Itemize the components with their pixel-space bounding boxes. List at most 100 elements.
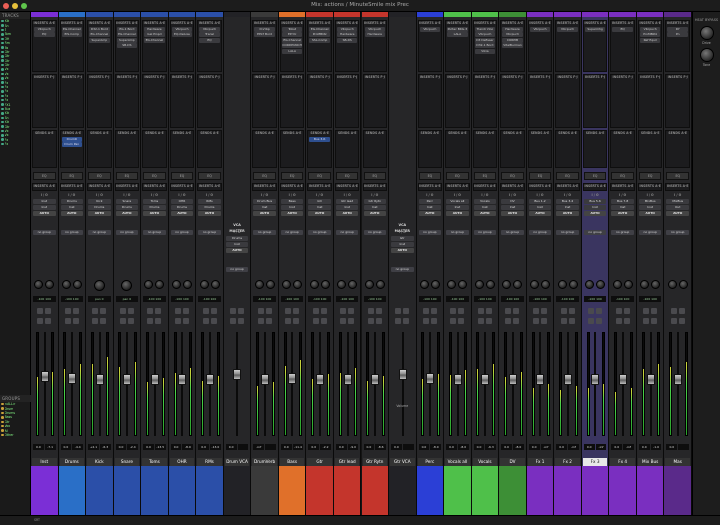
pan-right-knob[interactable]: [348, 280, 358, 289]
solo-button[interactable]: [588, 318, 595, 324]
track-visibility-icon[interactable]: [1, 33, 4, 36]
automation-mode-button[interactable]: AUTO: [33, 211, 56, 216]
io-selector[interactable]: Inst: [308, 205, 331, 210]
record-button[interactable]: [257, 308, 264, 314]
track-name[interactable]: Vocals all: [445, 458, 470, 466]
pan-right-knob[interactable]: [430, 280, 440, 289]
automation-mode-button[interactable]: AUTO: [446, 211, 469, 216]
io-selector[interactable]: Drum Bus: [253, 199, 276, 204]
record-button[interactable]: [147, 308, 154, 314]
solo-button[interactable]: [643, 318, 650, 324]
insert-slot[interactable]: Ref Equil: [639, 37, 661, 43]
insert-slot[interactable]: VKcpuch: [557, 26, 578, 32]
record-button[interactable]: [340, 308, 347, 314]
solo-button[interactable]: [257, 318, 264, 324]
pan-left-knob[interactable]: [502, 280, 512, 289]
eq-section[interactable]: EQ: [253, 172, 276, 180]
automation-mode-button[interactable]: AUTO: [198, 211, 221, 216]
insert-slot[interactable]: D32-1 Bord: [89, 26, 110, 32]
insert-slot[interactable]: EG-Channel: [144, 37, 165, 43]
insert-slot[interactable]: LALA: [281, 48, 303, 54]
track-name[interactable]: Drums: [59, 458, 85, 466]
mute-button[interactable]: [458, 318, 465, 324]
solo-button[interactable]: [422, 318, 429, 324]
volume-fader[interactable]: [150, 373, 159, 385]
eq-section[interactable]: EQ: [170, 172, 194, 180]
insert-slot[interactable]: LALA: [447, 32, 468, 37]
io-selector[interactable]: Drums: [225, 236, 249, 241]
group-selector[interactable]: no group: [280, 230, 304, 235]
io-selector[interactable]: MixBus: [638, 199, 662, 204]
eq-section[interactable]: EQ: [33, 172, 56, 180]
insert-slot[interactable]: Supermhg: [584, 26, 606, 32]
insert-slot[interactable]: Pn: [667, 32, 688, 37]
track-name[interactable]: Toms: [142, 458, 167, 466]
automation-mode-button[interactable]: AUTO: [391, 248, 414, 253]
mute-button[interactable]: [293, 318, 300, 324]
track-name[interactable]: Fx 2: [555, 458, 580, 466]
automation-mode-button[interactable]: AUTO: [583, 211, 607, 216]
solo-button[interactable]: [92, 318, 99, 324]
io-selector[interactable]: MixBus: [666, 199, 689, 204]
insert-slot[interactable]: EG-Channel: [309, 26, 330, 32]
group-selector[interactable]: no group: [363, 230, 387, 235]
eq-section[interactable]: EQ: [363, 172, 387, 180]
automation-mode-button[interactable]: AUTO: [253, 211, 276, 216]
group-selector[interactable]: no group: [556, 230, 579, 235]
mute-button[interactable]: [127, 318, 134, 324]
insert-slot[interactable]: SSL-Comp: [309, 37, 330, 43]
input-monitor-button[interactable]: [485, 308, 492, 314]
input-monitor-button[interactable]: [155, 308, 162, 314]
group-selector[interactable]: no group: [666, 230, 689, 235]
track-visibility-icon[interactable]: [1, 90, 4, 93]
automation-mode-button[interactable]: AUTO: [170, 211, 194, 216]
input-monitor-button[interactable]: [541, 308, 548, 314]
insert-slot[interactable]: CORDPUNCH: [281, 43, 303, 48]
io-selector[interactable]: Inst: [501, 205, 524, 210]
input-monitor-button[interactable]: [596, 308, 603, 314]
volume-fader[interactable]: [260, 373, 269, 385]
record-button[interactable]: [477, 308, 484, 314]
group-selector[interactable]: no group: [60, 230, 84, 235]
automation-mode-button[interactable]: AUTO: [556, 211, 579, 216]
io-selector[interactable]: Inst: [253, 205, 276, 210]
volume-fader[interactable]: [563, 373, 572, 385]
insert-slot[interactable]: SB-DS: [336, 37, 358, 43]
io-selector[interactable]: DV: [501, 199, 524, 204]
solo-button[interactable]: [367, 318, 374, 324]
insert-slot[interactable]: EQ: [34, 32, 55, 37]
volume-fader[interactable]: [426, 372, 435, 384]
insert-slot[interactable]: VKcpuch: [336, 26, 358, 32]
volume-fader[interactable]: [316, 373, 324, 385]
send-slot[interactable]: DrumR: [61, 136, 83, 142]
group-selector[interactable]: no group: [308, 230, 331, 235]
volume-fader[interactable]: [481, 373, 490, 385]
insert-slot[interactable]: VKcpuch: [502, 32, 523, 37]
track-visibility-icon[interactable]: [1, 107, 4, 111]
automation-mode-button[interactable]: AUTO: [638, 211, 662, 216]
pan-left-knob[interactable]: [530, 280, 540, 289]
eq-section[interactable]: EQ: [60, 172, 84, 180]
mute-button[interactable]: [541, 318, 548, 324]
automation-mode-button[interactable]: AUTO: [335, 211, 359, 216]
io-selector[interactable]: Inst: [473, 205, 497, 210]
solo-button[interactable]: [395, 318, 402, 324]
track-visibility-icon[interactable]: [1, 41, 4, 45]
group-selector[interactable]: no group: [391, 267, 414, 272]
solo-button[interactable]: [285, 318, 292, 324]
insert-slot[interactable]: EQ-Deluxe: [171, 32, 193, 37]
io-selector[interactable]: Inst: [556, 205, 579, 210]
track-visibility-icon[interactable]: [1, 81, 4, 84]
pan-left-knob[interactable]: [585, 280, 595, 289]
pan-left-knob[interactable]: [447, 280, 457, 289]
eq-section[interactable]: EQ: [88, 172, 111, 180]
insert-slot[interactable]: Hardware: [144, 26, 165, 32]
pan-left-knob[interactable]: [557, 280, 567, 289]
insert-slot[interactable]: VKcpuch: [474, 32, 496, 37]
insert-slot[interactable]: SuperAmp: [89, 37, 110, 43]
track-name[interactable]: Gtr lead: [334, 458, 360, 466]
pan-left-knob[interactable]: [144, 280, 154, 289]
volume-fader[interactable]: [618, 373, 627, 385]
pan-right-knob[interactable]: [623, 280, 633, 289]
track-name[interactable]: Kick: [87, 458, 112, 466]
